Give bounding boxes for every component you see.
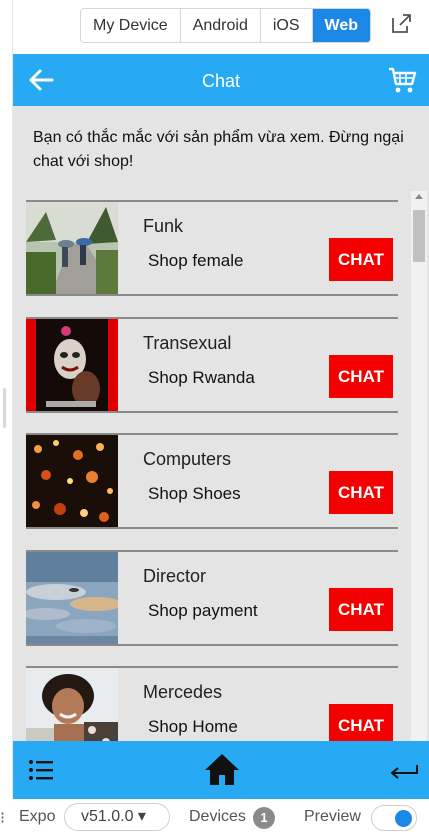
shop-name: Shop female — [148, 251, 244, 270]
chat-shop-list: Funk Shop female CHAT Transexual Shop Rw… — [26, 200, 398, 741]
item-name: Director — [143, 566, 207, 586]
list-item: Funk Shop female CHAT — [26, 200, 398, 296]
masked-performer-photo — [26, 319, 118, 411]
tab-android[interactable]: Android — [181, 9, 261, 42]
smiling-woman-photo — [26, 668, 118, 741]
cart-icon[interactable] — [387, 65, 417, 95]
device-preview: Chat Bạn có thắc mắc với sản phẩm vừa xe… — [13, 54, 429, 799]
bokeh-lights-photo — [26, 435, 118, 527]
shop-name: Shop Rwanda — [148, 368, 255, 387]
home-icon[interactable] — [204, 752, 240, 786]
item-name: Transexual — [143, 333, 232, 353]
preview-toggle[interactable] — [371, 805, 417, 831]
shop-name: Shop Home — [148, 717, 238, 736]
chat-button[interactable]: CHAT — [329, 355, 393, 398]
drag-dots-icon[interactable]: ⁝ — [0, 808, 5, 828]
shop-name: Shop payment — [148, 601, 258, 620]
page-title: Chat — [201, 71, 241, 91]
platform-switcher: My Device Android iOS Web — [80, 8, 371, 43]
park-path-photo — [26, 202, 118, 294]
preview-label: Preview — [304, 808, 361, 825]
chat-button[interactable]: CHAT — [329, 471, 393, 514]
expo-bottom-bar: ⁝ Expo v51.0.0 ▾ Devices 1 Preview — [0, 800, 429, 834]
bottom-tab-bar — [13, 741, 429, 799]
list-item: Computers Shop Shoes CHAT — [26, 433, 398, 529]
tab-web[interactable]: Web — [312, 9, 370, 42]
list-item: Transexual Shop Rwanda CHAT — [26, 317, 398, 413]
item-name: Computers — [143, 449, 232, 469]
expo-label: Expo — [19, 808, 56, 825]
chat-button[interactable]: CHAT — [329, 704, 393, 741]
intro-text: Bạn có thắc mắc với sản phẩm vừa xem. Đừ… — [33, 129, 404, 170]
item-name: Funk — [143, 216, 184, 236]
scrollbar-thumb[interactable] — [413, 210, 425, 262]
list-item: Director Shop payment CHAT — [26, 550, 398, 646]
list-scrollbar[interactable] — [411, 191, 427, 741]
chat-button[interactable]: CHAT — [329, 238, 393, 281]
devices-label[interactable]: Devices — [189, 808, 246, 826]
return-icon[interactable] — [389, 759, 419, 781]
tab-ios[interactable]: iOS — [261, 9, 313, 42]
external-link-icon[interactable] — [389, 12, 413, 36]
app-header: Chat — [13, 54, 429, 106]
devices-count-badge: 1 — [253, 807, 275, 829]
scroll-up-arrow-icon[interactable] — [415, 194, 423, 199]
tab-my-device[interactable]: My Device — [81, 9, 181, 42]
menu-icon[interactable] — [28, 758, 54, 782]
toggle-knob — [395, 810, 412, 827]
version-select[interactable]: v51.0.0 ▾ — [64, 803, 170, 831]
list-item: Mercedes Shop Home CHAT — [26, 666, 398, 741]
item-name: Mercedes — [143, 682, 223, 702]
chat-button[interactable]: CHAT — [329, 588, 393, 631]
shop-name: Shop Shoes — [148, 484, 241, 503]
resize-grip[interactable] — [3, 388, 6, 428]
cloudy-sky-photo — [26, 552, 118, 644]
